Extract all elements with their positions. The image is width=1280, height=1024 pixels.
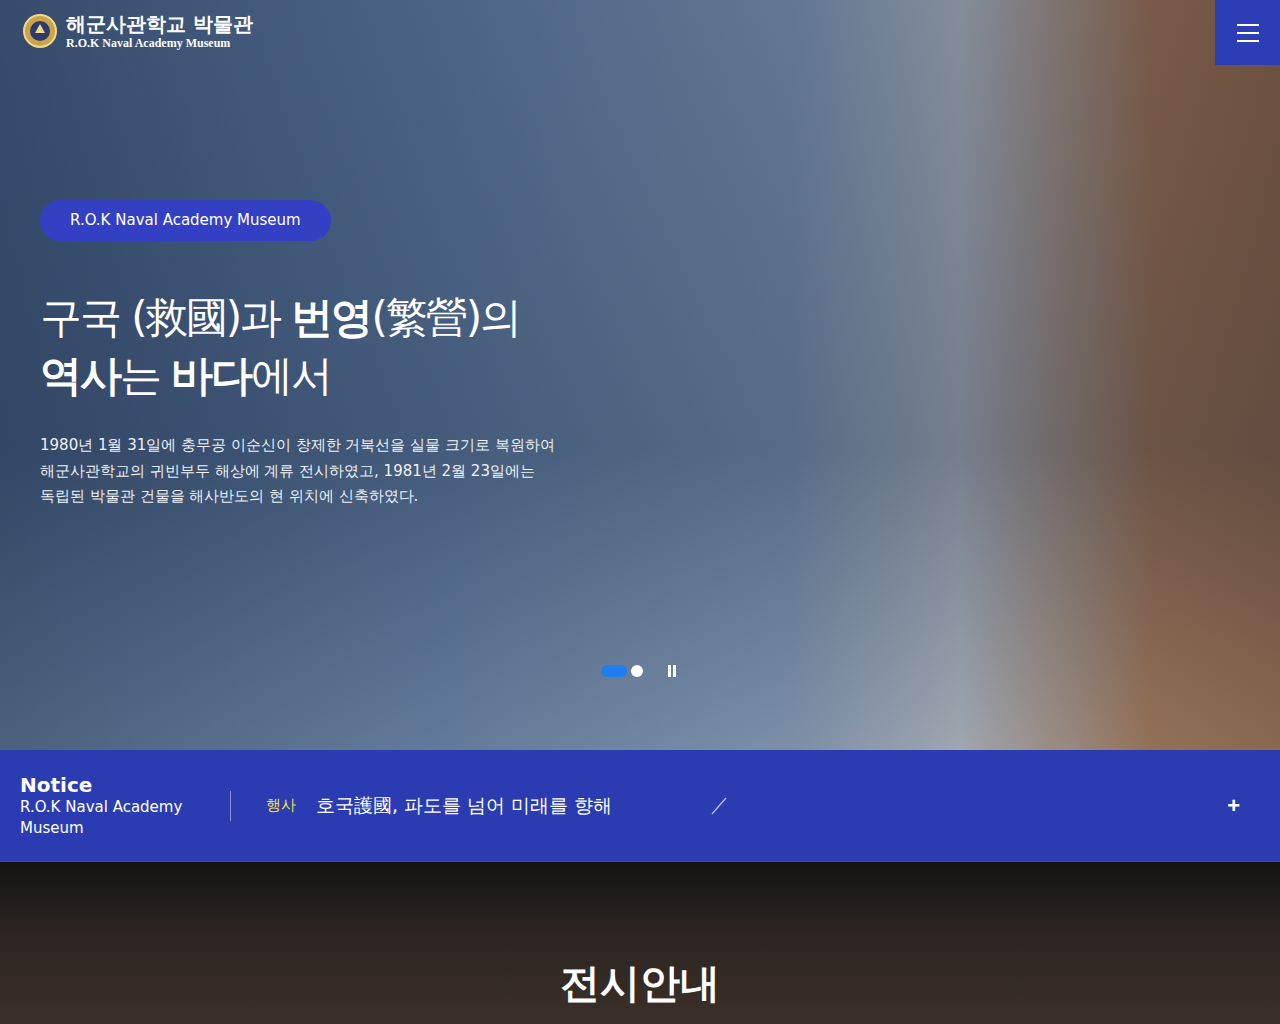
header: 해군사관학교 박물관R.O.K Naval Academy Museum: [0, 0, 1280, 65]
notice-divider: [230, 791, 231, 821]
headline-line: 역사는 바다에서: [40, 347, 1280, 405]
hero-headline: 구국 (救國)과 번영(繁營)의역사는 바다에서: [40, 289, 1280, 405]
notice-category: 행사: [266, 796, 296, 815]
notice-bar: NoticeR.O.K Naval Academy Museum 행사 호국護國, …: [0, 750, 1280, 862]
notice-item[interactable]: 행사 호국護國, 파도를 넘어 미래를 향해: [231, 793, 731, 819]
logo[interactable]: 해군사관학교 박물관R.O.K Naval Academy Museum: [0, 0, 253, 50]
notice-heading: NoticeR.O.K Naval Academy Museum: [0, 773, 230, 839]
headline-segment: 역사: [40, 351, 120, 400]
slash-icon: [711, 797, 727, 815]
hero: 해군사관학교 박물관R.O.K Naval Academy MuseumR.O.…: [0, 0, 1280, 750]
description-line: 독립된 박물관 건물을 해사반도의 현 위치에 신축하였다.: [40, 484, 1280, 510]
pause-icon: [667, 665, 677, 677]
logo-text: 해군사관학교 박물관R.O.K Naval Academy Museum: [66, 12, 253, 50]
headline-segment: 번영: [291, 293, 371, 342]
headline-segment: 바다: [171, 351, 251, 400]
menu-button[interactable]: [1215, 0, 1280, 65]
menu-icon: [1237, 24, 1259, 42]
description-line: 1980년 1월 31일에 충무공 이순신이 창제한 거북선을 실물 크기로 복…: [40, 433, 1280, 459]
headline-segment: (繁營)의: [371, 293, 520, 342]
description-line: 해군사관학교의 귀빈부두 해상에 계류 전시하였고, 1981년 2월 23일에…: [40, 459, 1280, 485]
slide-dot[interactable]: [631, 665, 643, 677]
headline-segment: 구국 (救國)과: [40, 293, 291, 342]
headline-line: 구국 (救國)과 번영(繁營)의: [40, 289, 1280, 347]
exhibit-section: 전시안내: [0, 862, 1280, 1024]
more-button[interactable]: +: [1221, 794, 1246, 818]
notice-subtitle: R.O.K Naval Academy Museum: [20, 797, 200, 839]
hero-description: 1980년 1월 31일에 충무공 이순신이 창제한 거북선을 실물 크기로 복…: [40, 433, 1280, 510]
headline-segment: 는: [120, 351, 171, 400]
slide-dot[interactable]: [601, 665, 627, 677]
logo-subtitle: R.O.K Naval Academy Museum: [66, 36, 253, 50]
notice-text: 호국護國, 파도를 넘어 미래를 향해: [316, 793, 612, 819]
notice-title: Notice: [20, 773, 230, 797]
emblem-icon: [22, 13, 58, 49]
page: 해군사관학교 박물관R.O.K Naval Academy MuseumR.O.…: [0, 0, 1280, 1024]
pause-button[interactable]: [665, 664, 679, 678]
exhibit-title: 전시안내: [560, 958, 720, 1024]
slider-controls: [40, 664, 1280, 678]
hero-badge: R.O.K Naval Academy Museum: [40, 200, 331, 241]
logo-title: 해군사관학교 박물관: [66, 12, 253, 36]
headline-segment: 에서: [251, 351, 331, 400]
